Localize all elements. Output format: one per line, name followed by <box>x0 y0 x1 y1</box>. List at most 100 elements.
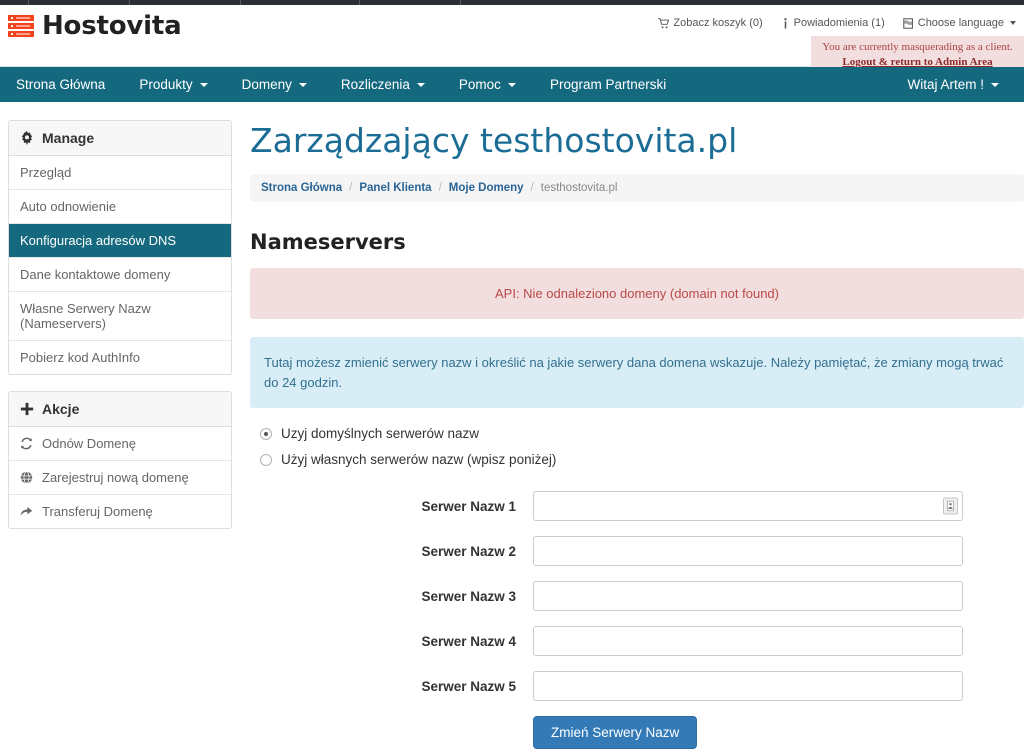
share-arrow-icon <box>20 507 33 516</box>
nav-user-menu[interactable]: Witaj Artem ! <box>891 77 1016 92</box>
form-submit-row: Zmień Serwery Nazw <box>250 716 1024 750</box>
input-nameserver-3[interactable] <box>533 581 963 612</box>
label-nameserver-3: Serwer Nazw 3 <box>421 588 516 604</box>
form-row-nameserver-5: Serwer Nazw 5 <box>250 671 1024 702</box>
sidebar-item-auto-odnowienie[interactable]: Auto odnowienie <box>9 190 231 224</box>
nav-item-label: Domeny <box>241 77 292 92</box>
breadcrumb-item-strona-glowna[interactable]: Strona Główna <box>261 182 342 194</box>
input-nameserver-2[interactable] <box>533 536 963 567</box>
top-link-notifications-label: Powiadomienia (1) <box>793 17 885 29</box>
sidebar-action-zarejestruj-domene[interactable]: Zarejestruj nową domenę <box>9 461 231 495</box>
top-links: Zobacz koszyk (0) Powiadomienia (1) Choo… <box>658 17 1016 29</box>
sidebar-panel-manage-header: Manage <box>9 121 231 156</box>
brand-logo-area[interactable]: Hostovita <box>8 11 182 41</box>
breadcrumb-item-current: testhostovita.pl <box>540 181 618 194</box>
brand-name: Hostovita <box>42 11 182 41</box>
chevron-down-icon <box>298 82 307 87</box>
nav-item-label: Produkty <box>139 77 193 92</box>
label-nameserver-1: Serwer Nazw 1 <box>421 498 516 514</box>
label-nameserver-2: Serwer Nazw 2 <box>421 543 516 559</box>
sidebar-action-label: Zarejestruj nową domenę <box>42 470 189 485</box>
nav-item-program-partnerski[interactable]: Program Partnerski <box>533 67 683 102</box>
sidebar-panel-actions: Akcje Odnów Domenę Zarejestruj nową dome… <box>8 391 232 529</box>
breadcrumb-item-moje-domeny[interactable]: Moje Domeny <box>449 182 524 194</box>
main-content: Zarządzający testhostovita.pl Strona Głó… <box>240 102 1024 750</box>
breadcrumb-separator: / <box>349 181 353 194</box>
form-submit-spacer <box>250 716 533 749</box>
alert-info: Tutaj możesz zmienić serwery nazw i okre… <box>250 337 1024 409</box>
chevron-down-icon <box>416 82 425 87</box>
sidebar-item-konfiguracja-dns[interactable]: Konfiguracja adresów DNS <box>9 224 231 258</box>
sidebar-action-label: Odnów Domenę <box>42 436 136 451</box>
top-link-cart-label: Zobacz koszyk (0) <box>673 17 763 29</box>
nav-item-pomoc[interactable]: Pomoc <box>442 67 533 102</box>
chevron-down-icon <box>507 82 516 87</box>
sidebar-panel-actions-title: Akcje <box>42 401 80 417</box>
sidebar-item-wlasne-serwery-nazw[interactable]: Własne Serwery Nazw (Nameservers) <box>9 292 231 341</box>
nav-item-strona-glowna[interactable]: Strona Główna <box>0 67 122 102</box>
sidebar-action-label: Transferuj Domenę <box>42 504 153 519</box>
section-title-nameservers: Nameservers <box>250 229 406 254</box>
radio-option-custom-nameservers[interactable]: Użyj własnych serwerów nazw (wpisz poniż… <box>260 452 1024 467</box>
sidebar-panel-actions-header: Akcje <box>9 392 231 427</box>
sidebar-action-transferuj-domene[interactable]: Transferuj Domenę <box>9 495 231 528</box>
sidebar-panel-manage-title: Manage <box>42 130 95 146</box>
form-row-nameserver-3: Serwer Nazw 3 <box>250 581 1024 612</box>
nav-item-produkty[interactable]: Produkty <box>122 67 224 102</box>
chevron-down-icon <box>1010 21 1016 25</box>
page-body: Manage Przegląd Auto odnowienie Konfigur… <box>0 102 1024 750</box>
form-row-nameserver-1: Serwer Nazw 1 <box>250 491 1024 522</box>
sidebar-item-pobierz-authinfo[interactable]: Pobierz kod AuthInfo <box>9 341 231 374</box>
nav-item-rozliczenia[interactable]: Rozliczenia <box>324 67 442 102</box>
main-navbar: Strona Główna Produkty Domeny Rozliczeni… <box>0 67 1024 102</box>
radio-default-label: Uzyj domyślnych serwerów nazw <box>281 426 480 442</box>
form-row-nameserver-2: Serwer Nazw 2 <box>250 536 1024 567</box>
radio-default-indicator[interactable] <box>260 427 272 440</box>
nav-item-label: Pomoc <box>458 77 501 92</box>
change-nameservers-button[interactable]: Zmień Serwery Nazw <box>533 716 698 750</box>
top-utility-bar: Hostovita Zobacz koszyk (0) Powiadomieni… <box>0 5 1024 75</box>
flag-icon <box>903 17 913 29</box>
info-icon <box>783 17 787 29</box>
field-wrap-nameserver-3 <box>533 581 963 612</box>
top-link-notifications[interactable]: Powiadomienia (1) <box>781 17 885 29</box>
radio-option-default-nameservers[interactable]: Uzyj domyślnych serwerów nazw <box>260 426 1024 441</box>
autofill-icon[interactable] <box>943 497 958 515</box>
nameservers-form: Serwer Nazw 1 Serwer Nazw 2 Serwer Nazw … <box>250 491 1024 750</box>
field-wrap-nameserver-5 <box>533 671 963 702</box>
radio-custom-indicator[interactable] <box>260 453 272 466</box>
field-wrap-nameserver-1 <box>533 491 963 522</box>
server-rack-icon <box>8 15 34 37</box>
shopping-cart-icon <box>658 17 670 28</box>
label-nameserver-5: Serwer Nazw 5 <box>421 678 516 694</box>
page-title: Zarządzający testhostovita.pl <box>250 121 738 160</box>
alert-danger: API: Nie odnaleziono domeny (domain not … <box>250 267 1024 320</box>
input-nameserver-5[interactable] <box>533 671 963 702</box>
radio-custom-label: Użyj własnych serwerów nazw (wpisz poniż… <box>281 452 557 468</box>
sidebar-panel-manage: Manage Przegląd Auto odnowienie Konfigur… <box>8 120 232 375</box>
chevron-down-icon <box>991 82 999 87</box>
top-link-language-label: Choose language <box>917 17 1004 29</box>
top-link-cart[interactable]: Zobacz koszyk (0) <box>658 17 763 29</box>
nav-item-domeny[interactable]: Domeny <box>225 67 324 102</box>
plus-icon <box>20 402 34 416</box>
label-nameserver-4: Serwer Nazw 4 <box>421 633 516 649</box>
form-autofill-glyph <box>947 501 954 512</box>
nav-item-label: Strona Główna <box>16 77 106 92</box>
masquerade-message: You are currently masquerading as a clie… <box>822 41 1013 53</box>
globe-icon <box>20 471 33 484</box>
nav-item-label: Rozliczenia <box>340 77 410 92</box>
top-link-language[interactable]: Choose language <box>903 17 1016 29</box>
breadcrumb-item-panel-klienta[interactable]: Panel Klienta <box>359 182 431 194</box>
sidebar-item-dane-kontaktowe[interactable]: Dane kontaktowe domeny <box>9 258 231 292</box>
nav-user-label: Witaj Artem ! <box>907 77 984 92</box>
sidebar-item-przeglad[interactable]: Przegląd <box>9 156 231 190</box>
field-wrap-nameserver-2 <box>533 536 963 567</box>
breadcrumb-separator: / <box>530 181 534 194</box>
input-nameserver-4[interactable] <box>533 626 963 657</box>
nav-item-label: Program Partnerski <box>549 77 667 92</box>
sidebar: Manage Przegląd Auto odnowienie Konfigur… <box>0 102 240 545</box>
sidebar-action-odnow-domene[interactable]: Odnów Domenę <box>9 427 231 461</box>
gear-icon <box>21 131 33 145</box>
input-nameserver-1[interactable] <box>533 491 963 522</box>
